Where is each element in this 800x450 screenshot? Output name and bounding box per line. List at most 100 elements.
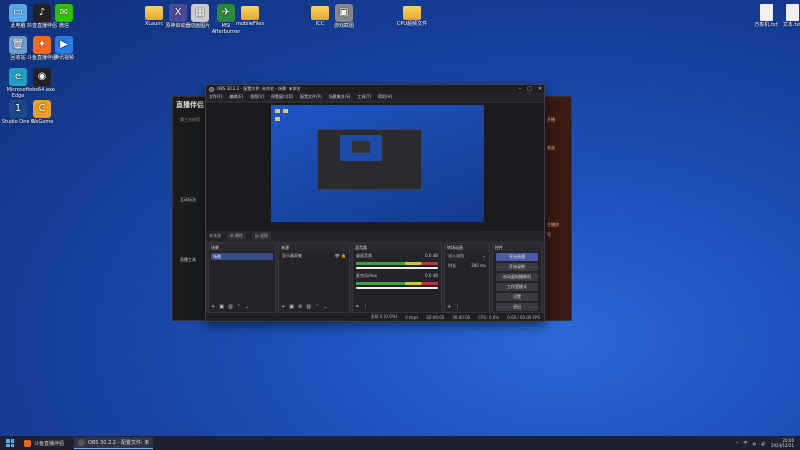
desktop-icon-i20[interactable]: 文本.txt bbox=[774, 4, 800, 28]
desktop-icon-graphic: ◉ bbox=[33, 68, 51, 86]
menu-profile[interactable]: 配置文件(P) bbox=[300, 94, 322, 100]
filter-icon[interactable]: ▥ bbox=[228, 304, 233, 310]
obs-window-title: OBS 30.2.2 - 配置文件: 未命名 - 场景: 未命名 bbox=[217, 86, 301, 91]
desktop-icon-i18[interactable]: CPU超频文件 bbox=[394, 4, 430, 27]
down-icon[interactable]: ⌄ bbox=[245, 304, 249, 310]
bg-app-right-label-1[interactable]: 收益 bbox=[547, 145, 555, 151]
bg-app-right-label-0[interactable]: 开播 bbox=[547, 117, 555, 123]
maximize-icon[interactable]: □ bbox=[527, 86, 532, 92]
status-dropped-frames: 丢帧 0 (0.0%) bbox=[370, 314, 398, 319]
bg-app-right-label-3[interactable]: 号 bbox=[547, 232, 551, 238]
chevron-down-icon: ⌄ bbox=[482, 253, 486, 258]
start-button[interactable] bbox=[6, 439, 14, 447]
scene-item[interactable]: 场景 bbox=[211, 253, 273, 260]
desktop-icon-i8[interactable]: ◉ obs64.exe bbox=[24, 68, 60, 93]
settings-button[interactable]: 设置 bbox=[496, 293, 538, 301]
sources-title: 来源 bbox=[279, 244, 349, 251]
bg-app-logo: 直播伴侣 bbox=[176, 101, 204, 109]
source-toolbar: 未选源 ⚙ 属性 ▤ 滤镜 bbox=[206, 231, 544, 241]
input-language[interactable]: 中 bbox=[743, 440, 747, 446]
sources-dock: 来源 显示器采集 👁 🔒 + ▣ ⚙ ▥ ⌃ ⌄ bbox=[278, 243, 350, 313]
controls-title: 控件 bbox=[493, 244, 541, 251]
add-icon[interactable]: + bbox=[211, 304, 215, 310]
network-icon[interactable]: ◍ bbox=[752, 441, 756, 446]
bg-app-right-label-2[interactable]: 主播排 bbox=[547, 222, 559, 228]
properties-button[interactable]: ⚙ 属性 bbox=[227, 232, 246, 240]
virtual-camera-button[interactable]: 启动虚拟摄像机 bbox=[496, 273, 538, 281]
menu-view[interactable]: 视图(V) bbox=[250, 94, 264, 100]
source-item[interactable]: 显示器采集 👁 🔒 bbox=[279, 251, 349, 261]
status-fps: 0.00 / 60.00 FPS bbox=[507, 314, 540, 320]
start-recording-button[interactable]: 开始录制 bbox=[496, 263, 538, 271]
bg-app-section-2: 直播工具 bbox=[180, 257, 196, 262]
desktop-icon-graphic bbox=[759, 4, 773, 21]
bg-app-right-panel: 开播 收益 主播排 号 bbox=[543, 97, 571, 320]
menu-edit[interactable]: 编辑(E) bbox=[229, 94, 243, 100]
mixer-channel-2: 麦克风/Aux 0.0 dB bbox=[353, 271, 441, 281]
up-icon[interactable]: ⌃ bbox=[315, 304, 319, 310]
volume-slider-1[interactable] bbox=[356, 267, 438, 269]
obs-icon bbox=[78, 439, 86, 446]
status-cpu: CPU: 0.0% bbox=[478, 314, 500, 320]
desktop-icon-graphic bbox=[403, 6, 421, 20]
desktop-icon-i3[interactable]: ✉ 微信 bbox=[46, 4, 82, 29]
volume-slider-2[interactable] bbox=[356, 287, 438, 289]
studio-mode-button[interactable]: 工作室模式 bbox=[496, 283, 538, 291]
link-icon[interactable]: ⚭ bbox=[355, 304, 359, 310]
taskbar-app-obs[interactable]: OBS 30.2.2 - 配置文件: 未 bbox=[74, 437, 154, 449]
filter-icon[interactable]: ▥ bbox=[306, 304, 311, 310]
duration-row[interactable]: 时长 300 ms bbox=[445, 261, 489, 271]
desktop-icon-graphic bbox=[785, 4, 799, 21]
down-icon[interactable]: ⌄ bbox=[323, 304, 327, 310]
exit-button[interactable]: 退出 bbox=[496, 303, 538, 311]
system-tray: ^ 中 ◍ 🔊 20:06 2024/12/31 bbox=[735, 438, 794, 448]
gear-icon[interactable]: ⚙ bbox=[298, 304, 302, 310]
filters-button[interactable]: ▤ 滤镜 bbox=[251, 232, 271, 240]
desktop-icon-i10[interactable]: C WeGame bbox=[24, 100, 60, 125]
transition-type: 淡入淡出 bbox=[448, 253, 464, 258]
remove-icon[interactable]: ▣ bbox=[219, 304, 224, 310]
obs-window[interactable]: OBS 30.2.2 - 配置文件: 未命名 - 场景: 未命名 – □ ✕ 文… bbox=[205, 84, 545, 322]
menu-scene-collection[interactable]: 场景集合(S) bbox=[329, 94, 351, 100]
obs-titlebar[interactable]: OBS 30.2.2 - 配置文件: 未命名 - 场景: 未命名 – □ ✕ bbox=[206, 85, 544, 93]
add-transition-icon[interactable]: + bbox=[447, 304, 451, 310]
menu-help[interactable]: 帮助(H) bbox=[378, 94, 392, 100]
taskbar-app-douyu[interactable]: 斗鱼直播伴侣 bbox=[20, 437, 68, 449]
eye-lock-icon[interactable]: 👁 🔒 bbox=[335, 253, 346, 259]
more-icon[interactable]: ⋮ bbox=[455, 304, 460, 310]
mixer-title: 混音器 bbox=[353, 244, 441, 251]
clock[interactable]: 20:06 2024/12/31 bbox=[771, 438, 794, 448]
desktop-icon-label: 文本.txt bbox=[782, 22, 800, 28]
remove-source-icon[interactable]: ▣ bbox=[289, 304, 294, 310]
scenes-title: 场景 bbox=[209, 244, 275, 251]
source-label: 显示器采集 bbox=[282, 253, 302, 258]
start-streaming-button[interactable]: 开始直播 bbox=[496, 253, 538, 261]
status-bitrate: 0 kbps bbox=[405, 314, 419, 320]
desktop-icon-graphic: ▦ bbox=[191, 4, 209, 22]
transitions-dock: 转场动画 淡入淡出 ⌄ 时长 300 ms + ⋮ bbox=[444, 243, 490, 313]
desktop-icon-i6[interactable]: ▶ 腾讯视频 bbox=[46, 36, 82, 61]
desktop-icon-graphic bbox=[241, 6, 259, 20]
desktop-icon-i15[interactable]: mobileFiles bbox=[232, 4, 268, 27]
channel-1-db: 0.0 dB bbox=[425, 253, 438, 258]
more-icon[interactable]: ⋮ bbox=[363, 304, 368, 310]
menu-file[interactable]: 文件(F) bbox=[209, 94, 222, 100]
duration-value[interactable]: 300 ms bbox=[471, 263, 486, 269]
desktop-icon-i17[interactable]: ▣ 游戏截图 bbox=[326, 4, 362, 29]
no-source-label: 未选源 bbox=[209, 233, 221, 238]
menu-tools[interactable]: 工具(T) bbox=[357, 94, 371, 100]
windows-taskbar: 斗鱼直播伴侣 OBS 30.2.2 - 配置文件: 未 ^ 中 ◍ 🔊 20:0… bbox=[0, 436, 800, 450]
close-icon[interactable]: ✕ bbox=[538, 86, 542, 92]
minimize-icon[interactable]: – bbox=[519, 86, 522, 92]
bg-app-section-1: 互动玩法 bbox=[180, 197, 196, 202]
volume-icon[interactable]: 🔊 bbox=[761, 441, 766, 446]
desktop-icon-graphic: C bbox=[33, 100, 51, 118]
chevron-up-icon[interactable]: ^ bbox=[735, 441, 738, 446]
add-source-icon[interactable]: + bbox=[281, 304, 285, 310]
menu-docks[interactable]: 停靠窗口(D) bbox=[271, 94, 293, 100]
up-icon[interactable]: ⌃ bbox=[237, 304, 241, 310]
desktop-icon-label: 游戏截图 bbox=[333, 23, 354, 29]
bg-app-text-1: 第三方应用 bbox=[180, 117, 200, 122]
obs-preview[interactable] bbox=[206, 103, 544, 231]
transition-select[interactable]: 淡入淡出 ⌄ bbox=[445, 251, 489, 261]
